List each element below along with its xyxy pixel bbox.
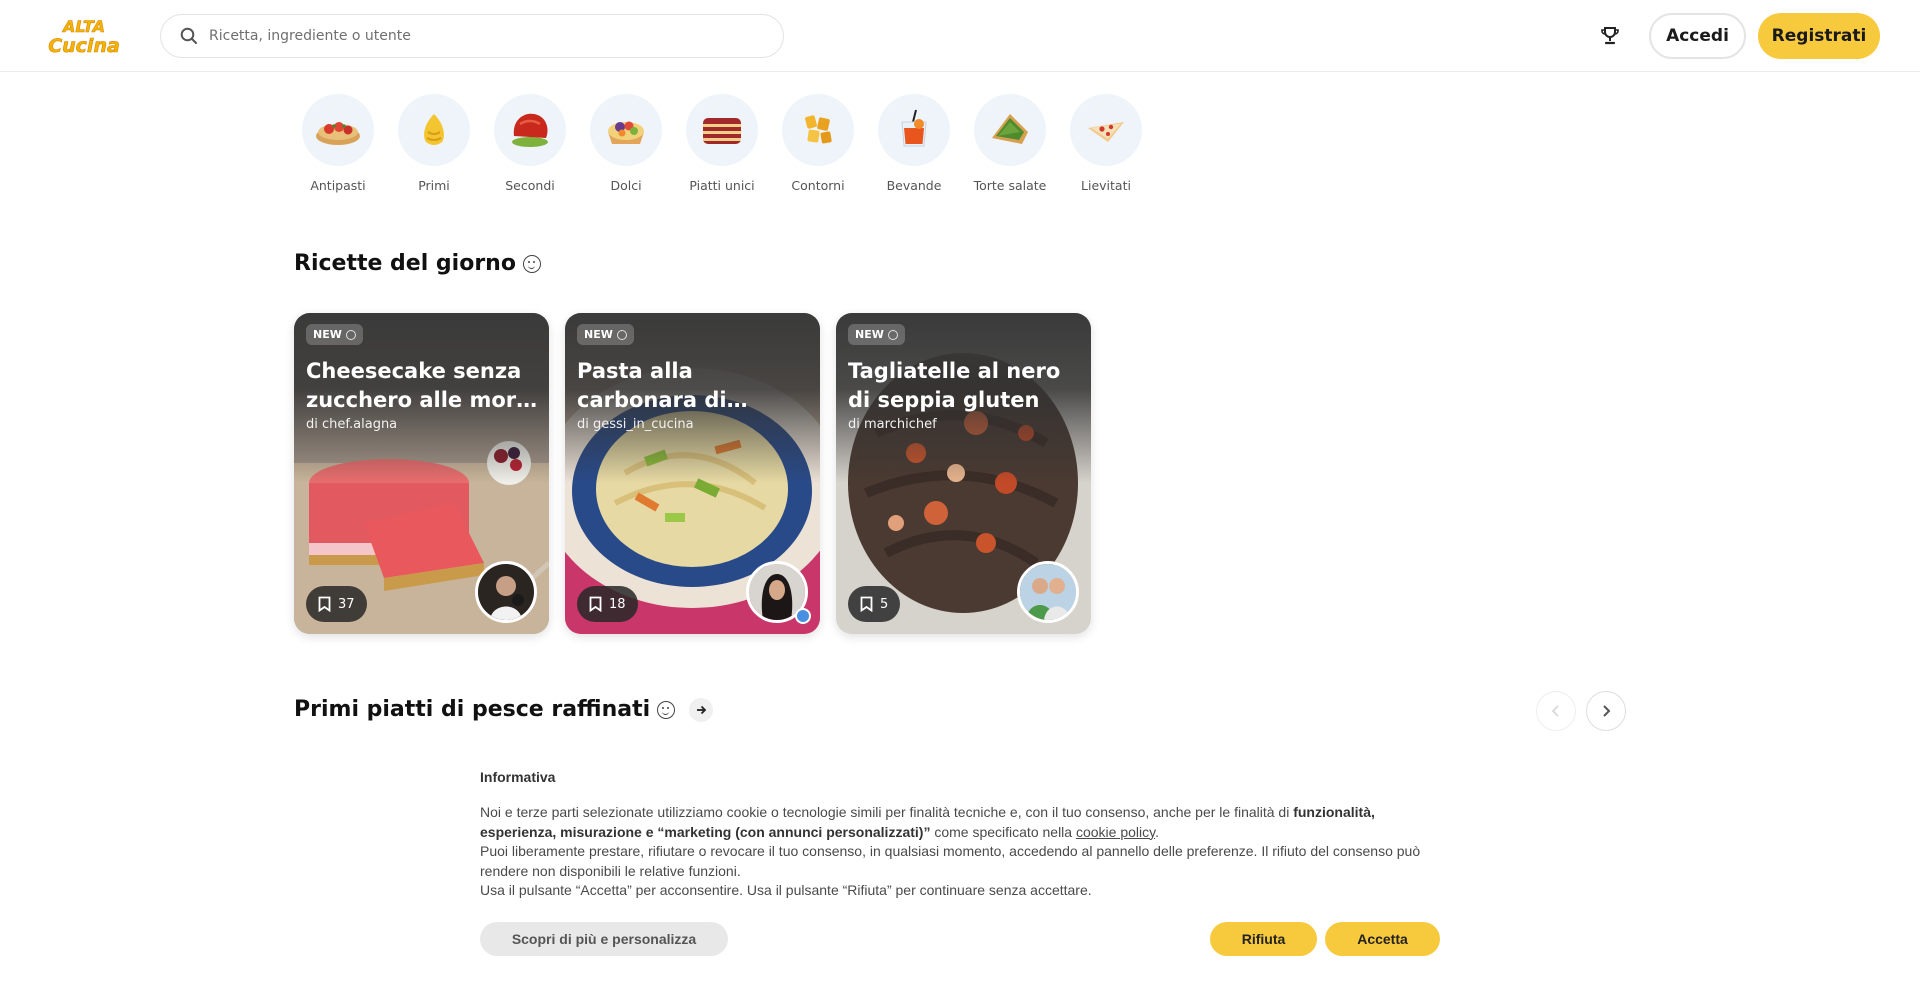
- bruschetta-icon: [302, 94, 374, 166]
- smile-icon: [657, 700, 676, 719]
- smile-icon: [345, 329, 356, 340]
- cookie-banner: Informativa Noi e terze parti selezionat…: [0, 745, 1920, 993]
- recipe-card[interactable]: NEW Cheesecake senza zucchero alle mor… …: [294, 313, 549, 634]
- recipe-author[interactable]: di gessi_in_cucina: [577, 417, 694, 432]
- bookmark-icon: [589, 596, 602, 612]
- cookie-text-part: come specificato nella: [930, 823, 1076, 840]
- lasagna-icon: [686, 94, 758, 166]
- smile-icon: [616, 329, 627, 340]
- bookmark-icon: [860, 596, 873, 612]
- save-count: 5: [880, 596, 889, 612]
- alta-cucina-logo[interactable]: ALTA Cucina: [38, 16, 130, 56]
- recipe-author[interactable]: di marchichef: [848, 417, 937, 432]
- search-input[interactable]: [209, 28, 729, 44]
- smile-icon: [887, 329, 898, 340]
- pasta-icon: [398, 94, 470, 166]
- category-secondi[interactable]: Secondi: [482, 94, 578, 193]
- recipe-card[interactable]: NEW Tagliatelle al nero di seppia gluten…: [836, 313, 1091, 634]
- reject-cookies-button[interactable]: Rifiuta: [1210, 922, 1317, 956]
- register-button[interactable]: Registrati: [1758, 13, 1880, 59]
- trophy-icon[interactable]: [1598, 24, 1622, 48]
- svg-text:ALTA: ALTA: [61, 17, 105, 36]
- badge-label: NEW: [584, 328, 613, 341]
- category-antipasti[interactable]: Antipasti: [290, 94, 386, 193]
- category-label: Torte salate: [973, 178, 1047, 193]
- category-bevande[interactable]: Bevande: [866, 94, 962, 193]
- category-label: Primi: [418, 178, 450, 193]
- author-avatar[interactable]: [1017, 561, 1079, 623]
- cookie-paragraph-1: Noi e terze parti selezionate utilizziam…: [480, 804, 1375, 840]
- save-counter[interactable]: 18: [577, 586, 638, 622]
- new-badge: NEW: [848, 324, 905, 345]
- fish-dishes-heading: Primi piatti di pesce raffinati: [294, 697, 714, 722]
- carousel-prev-button[interactable]: [1536, 691, 1576, 731]
- daily-recipes-heading: Ricette del giorno: [294, 251, 541, 276]
- category-label: Bevande: [886, 178, 942, 193]
- category-label: Antipasti: [310, 178, 366, 193]
- login-button[interactable]: Accedi: [1649, 13, 1746, 59]
- meat-icon: [494, 94, 566, 166]
- category-dolci[interactable]: Dolci: [578, 94, 674, 193]
- section-title[interactable]: Primi piatti di pesce raffinati: [294, 697, 650, 722]
- cookie-title: Informativa: [480, 769, 556, 785]
- section-title: Ricette del giorno: [294, 251, 516, 276]
- category-piatti-unici[interactable]: Piatti unici: [674, 94, 770, 193]
- save-counter[interactable]: 5: [848, 586, 901, 622]
- carousel-next-button[interactable]: [1586, 691, 1626, 731]
- accept-cookies-button[interactable]: Accetta: [1325, 922, 1440, 956]
- chevron-left-icon: [1551, 705, 1559, 717]
- category-contorni[interactable]: Contorni: [770, 94, 866, 193]
- recipe-title[interactable]: Cheesecake senza zucchero alle mor…: [306, 357, 541, 415]
- tart-icon: [590, 94, 662, 166]
- cookie-text-part: .: [1155, 823, 1159, 840]
- author-avatar[interactable]: [475, 561, 537, 623]
- recipe-title[interactable]: Tagliatelle al nero di seppia gluten fre…: [848, 357, 1083, 415]
- save-count: 37: [338, 596, 355, 612]
- cookie-content: Informativa Noi e terze parti selezionat…: [480, 769, 1440, 901]
- category-torte-salate[interactable]: Torte salate: [962, 94, 1058, 193]
- category-label: Dolci: [610, 178, 642, 193]
- arrow-right-icon[interactable]: [689, 697, 714, 722]
- recipe-author[interactable]: di chef.alagna: [306, 417, 397, 432]
- cookie-text-part: Noi e terze parti selezionate utilizziam…: [480, 804, 1294, 820]
- search-icon: [179, 26, 199, 46]
- potatoes-icon: [782, 94, 854, 166]
- customize-cookies-button[interactable]: Scopri di più e personalizza: [480, 922, 728, 956]
- svg-text:Cucina: Cucina: [48, 35, 120, 56]
- new-badge: NEW: [306, 324, 363, 345]
- quiche-icon: [974, 94, 1046, 166]
- drink-icon: [878, 94, 950, 166]
- category-label: Contorni: [791, 178, 845, 193]
- category-primi[interactable]: Primi: [386, 94, 482, 193]
- verified-badge-icon: [795, 608, 811, 624]
- category-label: Secondi: [505, 178, 555, 193]
- new-badge: NEW: [577, 324, 634, 345]
- category-lievitati[interactable]: Lievitati: [1058, 94, 1154, 193]
- cookie-text: Noi e terze parti selezionate utilizziam…: [480, 803, 1440, 901]
- site-header: ALTA Cucina Accedi Registrati: [0, 0, 1920, 72]
- save-counter[interactable]: 37: [306, 586, 367, 622]
- cookie-paragraph-2: Puoi liberamente prestare, rifiutare o r…: [480, 843, 1421, 879]
- smile-icon: [522, 254, 541, 273]
- bookmark-icon: [318, 596, 331, 612]
- badge-label: NEW: [313, 328, 342, 341]
- cookie-policy-link[interactable]: cookie policy: [1076, 824, 1155, 840]
- save-count: 18: [609, 596, 626, 612]
- category-label: Lievitati: [1081, 178, 1131, 193]
- recipe-title[interactable]: Pasta alla carbonara di…: [577, 357, 812, 415]
- recipe-card[interactable]: NEW Pasta alla carbonara di… di gessi_in…: [565, 313, 820, 634]
- search-box[interactable]: [160, 14, 784, 58]
- category-label: Piatti unici: [689, 178, 755, 193]
- chevron-right-icon: [1603, 705, 1611, 717]
- category-list: Antipasti Primi Secondi Dolci Piatti uni…: [290, 94, 1154, 193]
- cookie-paragraph-3: Usa il pulsante “Accetta” per acconsenti…: [480, 882, 1092, 898]
- pizza-icon: [1070, 94, 1142, 166]
- badge-label: NEW: [855, 328, 884, 341]
